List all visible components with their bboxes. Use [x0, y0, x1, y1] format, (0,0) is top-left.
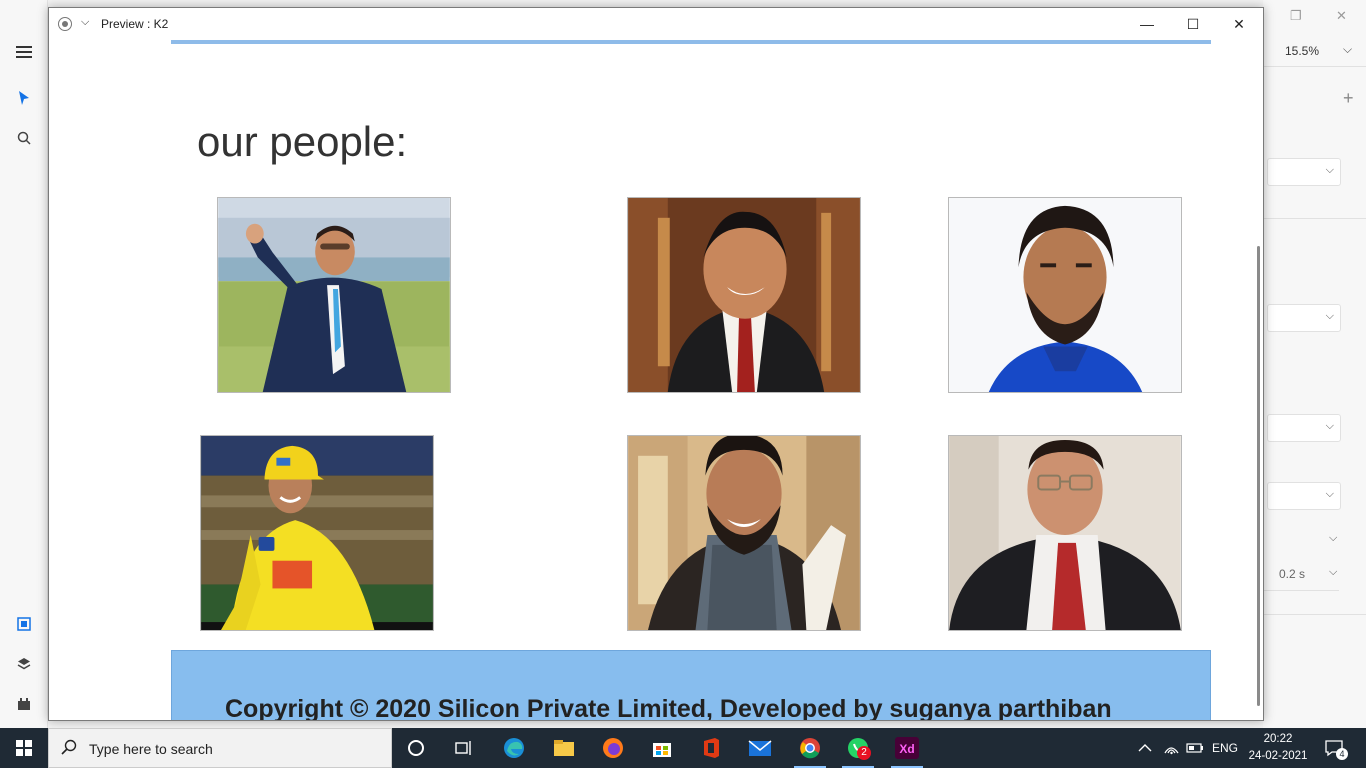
zoom-chevron-icon[interactable]: ⌵	[1343, 42, 1352, 57]
hamburger-menu-icon[interactable]	[14, 42, 34, 62]
xd-close-icon[interactable]: ✕	[1336, 8, 1347, 24]
chevron-down-icon: ⌵	[1325, 164, 1334, 176]
xd-left-toolbar	[0, 0, 48, 728]
office-icon[interactable]	[691, 732, 731, 764]
language-indicator[interactable]: ENG	[1212, 728, 1238, 768]
zoom-tool-icon[interactable]	[14, 128, 34, 148]
chevron-down-icon: ⌵	[1325, 310, 1334, 322]
person-photo-3	[948, 197, 1182, 393]
maximize-icon[interactable]: ☐	[1170, 8, 1216, 40]
show-hidden-icons[interactable]	[1138, 728, 1152, 768]
person-photo-1	[217, 197, 451, 393]
xd-property-inspector: ❐ ✕ 15.5% ⌵ + ⌵ ⌵ ⌵ ⌵ ⌵ 0.2 s ⌵	[1263, 0, 1366, 728]
svg-text:Xd: Xd	[899, 742, 914, 756]
page-footer: Copyright © 2020 Silicon Private Limited…	[171, 650, 1211, 720]
person-photo-4	[200, 435, 434, 631]
search-placeholder: Type here to search	[89, 741, 213, 757]
select-tool-icon[interactable]	[14, 88, 34, 108]
battery-icon[interactable]	[1186, 728, 1204, 768]
windows-logo-icon	[16, 740, 32, 756]
action-center-icon[interactable]: 4	[1324, 728, 1348, 768]
chevron-down-icon[interactable]: ⌵	[81, 16, 89, 29]
preview-viewport: our people: Copyright © 2020 Silicon Pri…	[49, 40, 1263, 720]
chevron-up-icon	[1138, 744, 1152, 752]
vertical-scrollbar[interactable]	[1255, 40, 1263, 720]
xd-restore-icon[interactable]: ❐	[1290, 8, 1302, 24]
microsoft-store-icon[interactable]	[642, 732, 682, 764]
firefox-icon[interactable]	[593, 732, 633, 764]
chevron-down-icon[interactable]: ⌵	[1329, 566, 1337, 579]
cortana-icon[interactable]	[396, 732, 436, 764]
property-dropdown[interactable]: ⌵	[1267, 482, 1341, 510]
record-icon[interactable]	[58, 17, 72, 31]
property-dropdown[interactable]: ⌵	[1267, 414, 1341, 442]
layers-panel-icon[interactable]	[14, 654, 34, 674]
preview-titlebar[interactable]: ⌵ Preview : K2 — ☐ ✕	[49, 8, 1263, 40]
chrome-icon[interactable]	[790, 732, 830, 768]
top-accent-bar	[171, 40, 1211, 44]
file-explorer-icon[interactable]	[544, 732, 584, 764]
person-photo-5	[627, 435, 861, 631]
whatsapp-icon[interactable]: 2	[838, 732, 878, 768]
notification-count: 4	[1336, 748, 1348, 760]
property-dropdown[interactable]: ⌵	[1267, 158, 1341, 186]
person-photo-2	[627, 197, 861, 393]
network-icon[interactable]	[1163, 728, 1179, 768]
mail-icon[interactable]	[740, 732, 780, 764]
plugins-panel-icon[interactable]	[14, 694, 34, 714]
task-view-icon[interactable]	[444, 732, 484, 764]
whatsapp-badge: 2	[857, 746, 871, 760]
system-clock[interactable]: 20:22 24-02-2021	[1246, 731, 1310, 765]
assets-panel-icon[interactable]	[14, 614, 34, 634]
close-icon[interactable]: ✕	[1216, 8, 1262, 40]
window-title: Preview : K2	[101, 17, 169, 31]
minimize-icon[interactable]: —	[1124, 8, 1170, 40]
chevron-down-icon: ⌵	[1325, 420, 1334, 432]
page-title: our people:	[197, 118, 408, 165]
preview-window: ⌵ Preview : K2 — ☐ ✕ our people: Copyrig…	[48, 7, 1264, 721]
chevron-down-icon[interactable]: ⌵	[1329, 532, 1337, 545]
property-dropdown[interactable]: ⌵	[1267, 304, 1341, 332]
copyright-text: Copyright © 2020 Silicon Private Limited…	[225, 695, 1112, 720]
zoom-level[interactable]: 15.5%	[1285, 44, 1319, 58]
person-photo-6	[948, 435, 1182, 631]
adobe-xd-icon[interactable]: Xd	[887, 732, 927, 768]
start-button[interactable]	[0, 728, 48, 768]
scrollbar-thumb[interactable]	[1257, 246, 1260, 706]
taskbar-search-box[interactable]: Type here to search	[48, 728, 392, 768]
clock-date: 24-02-2021	[1248, 750, 1308, 762]
transition-duration[interactable]: 0.2 s	[1279, 567, 1305, 581]
chevron-down-icon: ⌵	[1325, 488, 1334, 500]
add-icon[interactable]: +	[1343, 88, 1354, 109]
clock-time: 20:22	[1263, 733, 1293, 745]
search-icon	[61, 739, 77, 755]
edge-browser-icon[interactable]	[494, 732, 534, 764]
windows-taskbar: Type here to search 2 Xd ENG 20:22 24-02…	[0, 728, 1366, 768]
